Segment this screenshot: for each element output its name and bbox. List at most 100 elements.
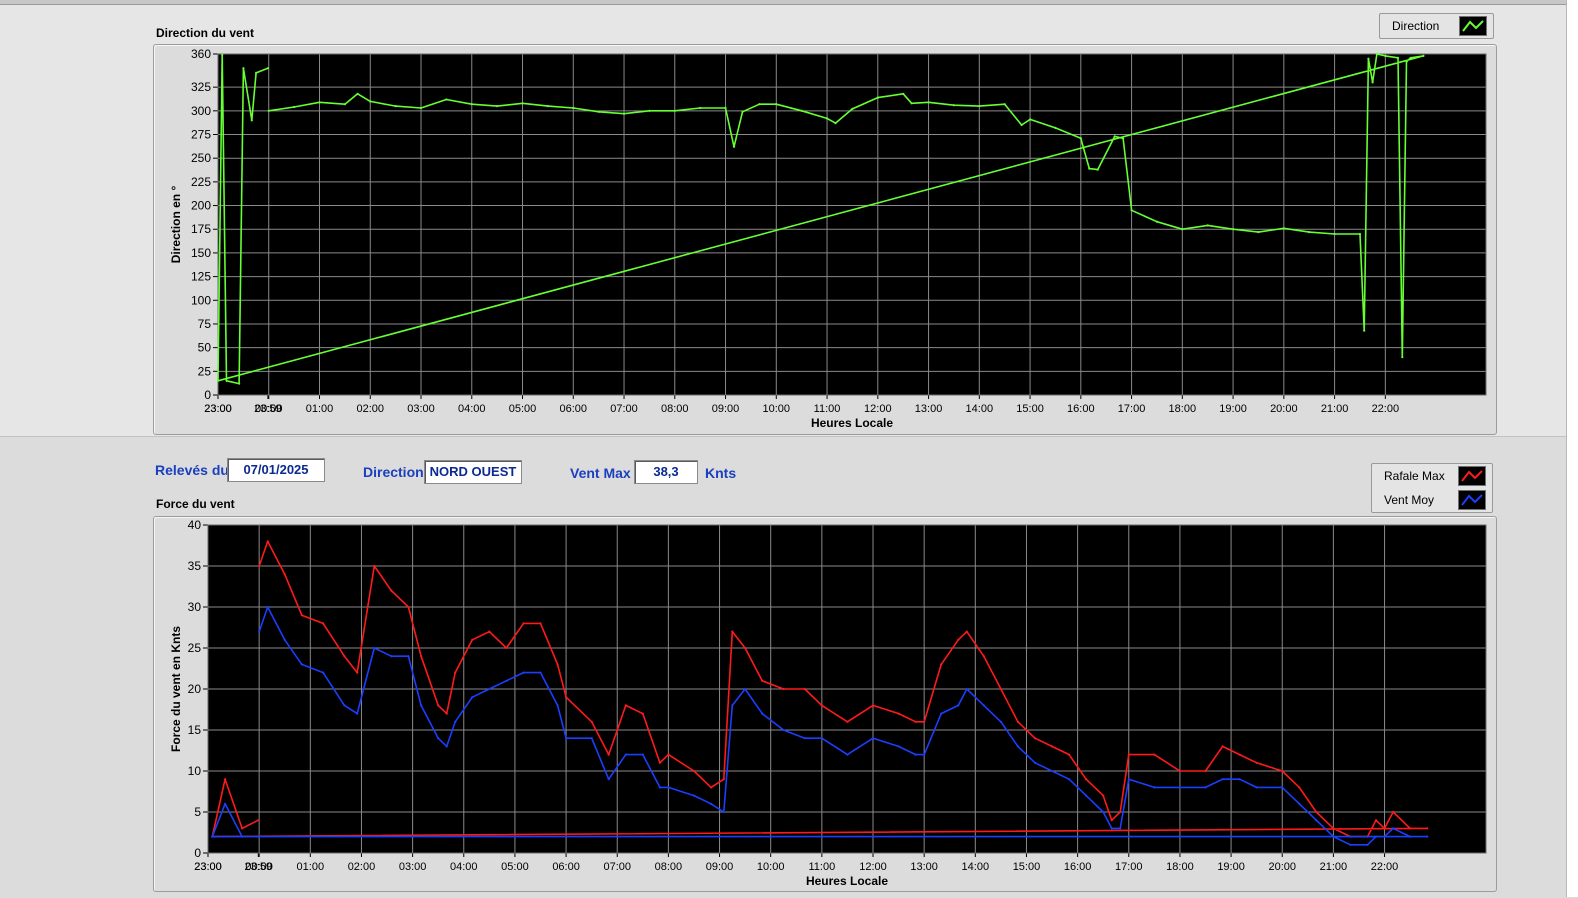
x-tick-label: 23:00 — [194, 861, 222, 873]
data-point — [241, 835, 244, 838]
x-tick-label: 10:00 — [757, 861, 785, 873]
top-strip — [0, 0, 1578, 5]
data-point — [1358, 232, 1362, 236]
data-point — [1332, 835, 1335, 838]
x-tick-label: 03:00 — [407, 403, 435, 415]
data-point — [224, 802, 227, 805]
data-point — [897, 745, 900, 748]
data-point — [470, 103, 473, 106]
data-point — [1298, 802, 1301, 805]
data-point — [851, 107, 854, 110]
data-point — [871, 737, 875, 740]
data-point — [965, 630, 968, 633]
data-point — [1204, 769, 1207, 773]
data-point — [940, 663, 943, 666]
data-point — [590, 720, 593, 723]
vent-max-field[interactable]: 38,3 — [634, 460, 698, 484]
data-point — [775, 103, 778, 106]
data-point — [216, 379, 220, 382]
x-tick-label: 06:00 — [560, 403, 588, 415]
legend-item-rafale[interactable]: Rafale Max — [1372, 464, 1492, 488]
data-point — [1374, 835, 1378, 838]
data-point — [266, 605, 269, 609]
y-tick-label: 15 — [188, 723, 202, 737]
data-point — [241, 827, 244, 830]
data-point — [673, 109, 676, 112]
data-point — [522, 671, 525, 674]
x-tick-label: 04:00 — [458, 403, 486, 415]
data-point — [952, 104, 956, 107]
data-point — [820, 737, 823, 740]
x-tick-label: 17:00 — [1115, 861, 1143, 873]
direction-chart-title: Direction du vent — [156, 26, 255, 40]
data-point — [258, 630, 261, 633]
data-point — [1003, 103, 1006, 106]
legend-label-direction: Direction — [1392, 19, 1440, 33]
data-point — [722, 778, 725, 781]
data-point — [471, 638, 474, 641]
data-point — [343, 103, 346, 106]
direction-chart: 23:00 00:00 01:00 02:00 03:00 04:00 05:00 06:00… — [169, 47, 1487, 430]
data-point — [300, 663, 303, 666]
data-point — [1206, 224, 1209, 227]
force-chart-panel: 23:00 00:00 01:00 02:00 03:00 04:00 05:00 06:00… — [153, 516, 1497, 892]
data-point — [1238, 778, 1241, 781]
data-point — [1029, 118, 1032, 121]
x-tick-label: 16:00 — [1064, 861, 1092, 873]
data-point — [267, 109, 270, 112]
data-point — [803, 687, 806, 691]
data-point — [225, 379, 228, 382]
y-axis-title: Direction en ° — [169, 186, 183, 264]
data-point — [1396, 56, 1400, 59]
data-point — [709, 786, 713, 789]
data-point — [437, 704, 440, 707]
data-point — [293, 105, 296, 109]
force-legend: Rafale Max Vent Moy — [1371, 463, 1493, 513]
y-tick-label: 150 — [191, 246, 211, 260]
legend-item-direction[interactable]: Direction — [1380, 14, 1493, 38]
data-point — [1392, 810, 1395, 814]
data-point — [825, 117, 829, 120]
data-point — [731, 630, 734, 633]
data-point — [846, 720, 849, 723]
legend-label-vent-moy: Vent Moy — [1384, 493, 1435, 507]
data-point — [744, 687, 747, 691]
data-point — [1349, 843, 1352, 846]
data-point — [556, 663, 559, 666]
data-point — [982, 704, 985, 707]
data-point — [356, 671, 359, 674]
line-swatch-icon — [1458, 466, 1486, 486]
direction-field[interactable]: NORD OUEST — [424, 460, 522, 484]
data-point — [1178, 786, 1181, 789]
data-point — [369, 100, 372, 103]
data-point — [419, 106, 423, 110]
data-point — [692, 794, 696, 797]
data-point — [471, 696, 474, 699]
data-point — [300, 614, 303, 617]
x-tick-label: 21:00 — [1321, 403, 1349, 415]
y-tick-label: 10 — [188, 764, 202, 778]
data-point — [923, 753, 926, 756]
data-point — [266, 67, 269, 70]
data-point — [1409, 827, 1412, 830]
x-tick-label: 14:00 — [962, 861, 990, 873]
x-tick-label: 05:00 — [501, 861, 529, 873]
data-point — [356, 712, 359, 715]
data-point — [1127, 753, 1130, 756]
data-point — [624, 753, 627, 756]
x-tick-label: 16:00 — [1067, 403, 1095, 415]
data-point — [978, 105, 981, 108]
data-point — [667, 753, 670, 756]
data-point — [741, 110, 744, 113]
legend-item-vent-moy[interactable]: Vent Moy — [1372, 488, 1492, 512]
data-point — [521, 102, 524, 105]
x-tick-label: 07:00 — [603, 861, 631, 873]
x-tick-label: 20:00 — [1268, 861, 1296, 873]
data-point — [1110, 827, 1113, 830]
x-tick-label: 22:00 — [1372, 403, 1400, 415]
date-field[interactable]: 07/01/2025 — [227, 458, 325, 482]
data-point — [1255, 761, 1258, 764]
data-point — [1375, 52, 1378, 56]
data-point — [1332, 827, 1335, 830]
data-point — [607, 753, 610, 756]
